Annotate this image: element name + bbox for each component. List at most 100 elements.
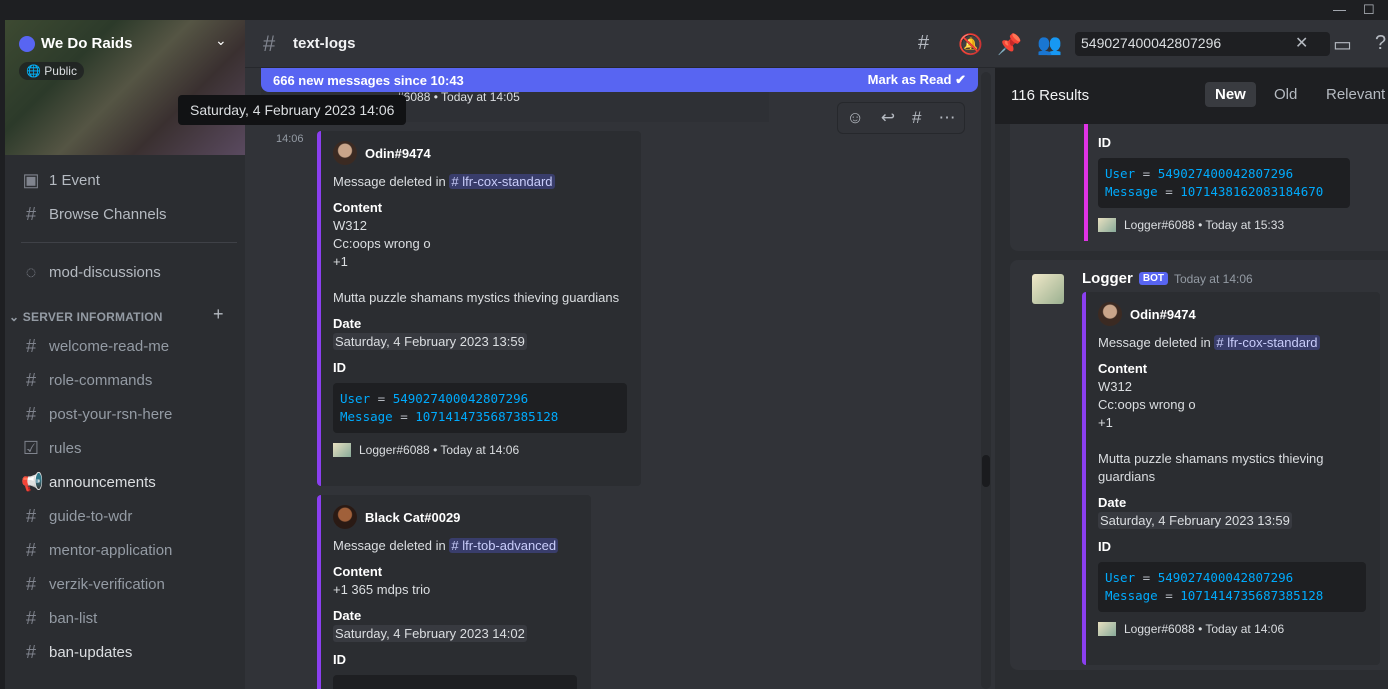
field-name: Content bbox=[333, 200, 383, 215]
channel-mention[interactable]: # lfr-tob-advanced bbox=[449, 538, 559, 553]
channel-mention[interactable]: # lfr-cox-standard bbox=[1214, 335, 1320, 350]
public-label: Public bbox=[44, 64, 77, 78]
sidebar-item-verzik-verification[interactable]: # verzik-verification bbox=[13, 568, 237, 600]
create-thread-icon[interactable]: # bbox=[912, 108, 921, 128]
sidebar-item-browse-channels[interactable]: # Browse Channels bbox=[13, 198, 237, 230]
new-messages-text: 666 new messages since 10:43 bbox=[273, 72, 464, 88]
sidebar-item-label: mod-discussions bbox=[49, 263, 161, 281]
sidebar-item-label: guide-to-wdr bbox=[49, 507, 133, 525]
locked-hash-icon: # bbox=[263, 31, 276, 56]
sidebar-item-role-commands[interactable]: # role-commands bbox=[13, 364, 237, 396]
hash-icon: # bbox=[25, 369, 36, 390]
channel-header: # text-logs # 🔕 📌 👥 549027400042807296 ✕… bbox=[245, 20, 1388, 68]
tab-old[interactable]: Old bbox=[1264, 82, 1307, 107]
logger-icon bbox=[333, 443, 351, 457]
verified-icon bbox=[19, 35, 35, 52]
tab-relevant[interactable]: Relevant bbox=[1316, 82, 1388, 107]
author-name[interactable]: Odin#9474 bbox=[365, 146, 431, 161]
threads-icon[interactable]: # bbox=[918, 32, 929, 55]
help-icon[interactable]: ? bbox=[1375, 32, 1386, 55]
hash-icon: # bbox=[25, 573, 36, 594]
content-line: guardians bbox=[1098, 469, 1156, 484]
content-line: +1 bbox=[333, 254, 348, 269]
results-header: 116 Results New Old Relevant bbox=[995, 68, 1388, 124]
server-header[interactable]: We Do Raids bbox=[19, 35, 132, 52]
sidebar-item-mod-discussions[interactable]: ◌ mod-discussions bbox=[13, 256, 237, 288]
result-card[interactable]: ID User = 549027400042807296 Message = 10… bbox=[1010, 108, 1388, 251]
sidebar-item-welcome-read-me[interactable]: # welcome-read-me bbox=[13, 330, 237, 362]
author-name[interactable]: Black Cat#0029 bbox=[365, 510, 460, 525]
id-code-block: User = 549027400042807296 Message = 10714… bbox=[1098, 158, 1350, 208]
deleted-text: Message deleted in bbox=[333, 538, 450, 553]
bot-name[interactable]: Logger bbox=[1082, 270, 1133, 287]
members-icon[interactable]: 👥 bbox=[1037, 32, 1062, 57]
reply-icon[interactable]: ↩ bbox=[881, 108, 895, 128]
field-name: Content bbox=[333, 564, 383, 579]
message-id: 1071414735687385128 bbox=[415, 409, 559, 424]
content-line: +1 bbox=[1098, 415, 1113, 430]
id-code-block bbox=[333, 675, 577, 689]
user-id: 549027400042807296 bbox=[392, 391, 529, 406]
sidebar-item-ban-updates[interactable]: # ban-updates bbox=[13, 636, 237, 668]
scrollbar-thumb[interactable] bbox=[982, 455, 990, 487]
message-timestamp[interactable]: 14:06 bbox=[276, 133, 304, 145]
result-card[interactable]: Logger BOT Today at 14:06 Odin#9474 Mess… bbox=[1010, 260, 1388, 670]
sidebar-item-guide-to-wdr[interactable]: # guide-to-wdr bbox=[13, 500, 237, 532]
date-value: Saturday, 4 February 2023 13:59 bbox=[333, 333, 527, 350]
content-line: W312 bbox=[1098, 379, 1132, 394]
hash-icon: # bbox=[25, 505, 36, 526]
sidebar-item-label: ban-updates bbox=[49, 643, 133, 661]
new-messages-bar[interactable]: 666 new messages since 10:43 Mark as Read… bbox=[261, 68, 978, 92]
channel-mention[interactable]: # lfr-cox-standard bbox=[449, 174, 555, 189]
user-id: 549027400042807296 bbox=[1157, 166, 1294, 181]
content-value: +1 365 mdps trio bbox=[333, 582, 431, 597]
logger-icon bbox=[1098, 622, 1116, 636]
tab-new[interactable]: New bbox=[1205, 82, 1256, 107]
add-channel-icon[interactable]: + bbox=[213, 304, 224, 325]
code-key: User bbox=[1105, 166, 1136, 181]
id-code-block: User = 549027400042807296 Message = 10714… bbox=[333, 383, 627, 433]
field-name: ID bbox=[1098, 135, 1111, 150]
field-name: ID bbox=[333, 652, 346, 667]
deleted-text: Message deleted in bbox=[1098, 335, 1215, 350]
sidebar-item-ban-list[interactable]: # ban-list bbox=[13, 602, 237, 634]
field-name: Date bbox=[1098, 495, 1127, 510]
sidebar-item-label: role-commands bbox=[49, 371, 153, 389]
sidebar-item-mentor-application[interactable]: # mentor-application bbox=[13, 534, 237, 566]
scrollbar[interactable] bbox=[981, 72, 991, 689]
inbox-icon[interactable]: ▭ bbox=[1333, 32, 1352, 57]
embed-footer: #6088 • Today at 14:05 bbox=[397, 90, 520, 104]
pin-icon[interactable]: 📌 bbox=[997, 32, 1022, 57]
sidebar-item-events[interactable]: ▣ 1 Event bbox=[13, 164, 237, 196]
avatar bbox=[1098, 302, 1122, 326]
chevron-down-icon[interactable]: ⌄ bbox=[215, 32, 227, 49]
code-key: User bbox=[1105, 570, 1136, 585]
author-name[interactable]: Odin#9474 bbox=[1130, 307, 1196, 322]
sidebar-item-label: rules bbox=[49, 439, 82, 457]
sidebar-item-label: mentor-application bbox=[49, 541, 173, 559]
calendar-icon: ▣ bbox=[22, 169, 40, 190]
close-icon[interactable]: ✕ bbox=[1295, 33, 1308, 53]
more-icon[interactable]: ⋯ bbox=[938, 108, 955, 128]
maximize-button[interactable]: ☐ bbox=[1363, 2, 1375, 18]
content-value: W312 Cc:oops wrong o +1 Mutta puzzle shaman… bbox=[1098, 378, 1366, 486]
deleted-line: Message deleted in # lfr-cox-standard bbox=[333, 173, 627, 191]
mark-as-read-button[interactable]: Mark as Read ✔ bbox=[868, 72, 966, 88]
add-reaction-icon[interactable]: ☺ bbox=[846, 108, 863, 128]
minimize-button[interactable]: — bbox=[1333, 2, 1346, 17]
sidebar-item-announcements[interactable]: 📢 announcements bbox=[13, 466, 237, 498]
deleted-text: Message deleted in bbox=[333, 174, 450, 189]
message-toolbar: ☺ ↩ # ⋯ bbox=[837, 102, 965, 134]
category-server-information[interactable]: ⌄ SERVER INFORMATION bbox=[9, 310, 163, 324]
content-line bbox=[333, 271, 627, 289]
sidebar-item-label: Browse Channels bbox=[49, 205, 167, 223]
hash-icon: # bbox=[25, 335, 36, 356]
avatar bbox=[333, 505, 357, 529]
search-input[interactable]: 549027400042807296 bbox=[1075, 32, 1330, 56]
sidebar-item-rules[interactable]: ☑ rules bbox=[13, 432, 237, 464]
sidebar-item-label: announcements bbox=[49, 473, 156, 491]
muted-bell-icon[interactable]: 🔕 bbox=[958, 32, 983, 57]
sidebar-item-post-your-rsn-here[interactable]: # post-your-rsn-here bbox=[13, 398, 237, 430]
embed-deleted-message: Black Cat#0029 Message deleted in # lfr-… bbox=[317, 495, 591, 689]
logger-avatar bbox=[1032, 274, 1064, 304]
